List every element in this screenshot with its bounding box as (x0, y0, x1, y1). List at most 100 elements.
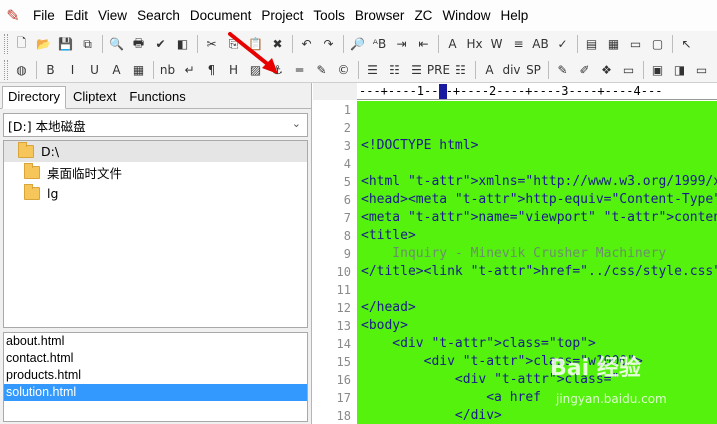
code-line[interactable] (357, 101, 717, 119)
app-logo-icon[interactable]: ✎ (2, 5, 24, 27)
menu-item[interactable]: File (28, 5, 60, 27)
code-line[interactable]: <div "t-attr">class=" (357, 371, 717, 389)
save-all-icon[interactable]: ⧉ (78, 34, 97, 54)
align-center-icon[interactable]: ☷ (385, 60, 404, 80)
open-folder-icon[interactable]: 📂 (34, 34, 53, 54)
tree-item[interactable]: lg (4, 183, 307, 204)
code-line[interactable] (357, 155, 717, 173)
code-line[interactable] (357, 119, 717, 137)
new-file-icon[interactable]: 🗋 (12, 34, 31, 54)
list-tag-icon[interactable]: ☷ (451, 60, 470, 80)
toolbar-grip[interactable] (4, 59, 8, 80)
tab-directory[interactable]: Directory (2, 86, 67, 109)
span-icon[interactable]: SP (524, 60, 543, 80)
tab-cliptext[interactable]: Cliptext (67, 86, 122, 108)
goto-icon[interactable]: ⇥ (392, 34, 411, 54)
script-icon[interactable]: ◨ (670, 60, 689, 80)
code-line[interactable]: </title><link "t-attr">href="../css/styl… (357, 263, 717, 281)
undo-icon[interactable]: ↶ (297, 34, 316, 54)
menu-item[interactable]: ZC (409, 5, 437, 27)
code-line[interactable]: <meta "t-attr">name="viewport" "t-attr">… (357, 209, 717, 227)
font-color-icon[interactable]: A (107, 60, 126, 80)
menu-item[interactable]: Project (256, 5, 308, 27)
menu-item[interactable]: Edit (60, 5, 93, 27)
spellcheck-icon[interactable]: ✔ (151, 34, 170, 54)
tab-functions[interactable]: Functions (123, 86, 191, 108)
print-preview-icon[interactable]: 🔍 (107, 34, 126, 54)
abc-icon[interactable]: AB (531, 34, 550, 54)
cut-icon[interactable]: ✂ (202, 34, 221, 54)
paragraph-icon[interactable]: ¶ (202, 60, 221, 80)
code-line[interactable]: <head><meta "t-attr">http-equiv="Content… (357, 191, 717, 209)
save-icon[interactable]: 💾 (56, 34, 75, 54)
replace-icon[interactable]: ᴬB (370, 34, 389, 54)
align-right-icon[interactable]: ☰ (407, 60, 426, 80)
menu-item[interactable]: Browser (350, 5, 410, 27)
align-left-icon[interactable]: ☰ (363, 60, 382, 80)
code-line[interactable]: <!DOCTYPE html> (357, 137, 717, 155)
pre-icon[interactable]: PRE (427, 60, 450, 80)
menu-item[interactable]: View (93, 5, 132, 27)
edit-icon[interactable]: ✎ (553, 60, 572, 80)
file-list-item[interactable]: products.html (4, 367, 307, 384)
pencil-icon[interactable]: ✎ (312, 60, 331, 80)
file-list-item[interactable]: contact.html (4, 350, 307, 367)
div-icon[interactable]: div (502, 60, 521, 80)
style-icon[interactable]: ❖ (597, 60, 616, 80)
redo-icon[interactable]: ↷ (319, 34, 338, 54)
window2-icon[interactable]: ▢ (648, 34, 667, 54)
form-icon[interactable]: ▭ (619, 60, 638, 80)
tree-item[interactable]: D:\ (4, 141, 307, 162)
find-icon[interactable]: 🔎 (348, 34, 367, 54)
globe-icon[interactable]: ◍ (12, 60, 31, 80)
checkmark-icon[interactable]: ✓ (553, 34, 572, 54)
list-icon[interactable]: ▦ (604, 34, 623, 54)
window-icon[interactable]: ▭ (626, 34, 645, 54)
italic-icon[interactable]: I (63, 60, 82, 80)
code-line[interactable]: <div "t-attr">class="top"> (357, 335, 717, 353)
menu-item[interactable]: Help (495, 5, 533, 27)
code-line[interactable]: <html "t-attr">xmlns="http://www.w3.org/… (357, 173, 717, 191)
menu-item[interactable]: Document (185, 5, 257, 27)
comment-icon[interactable]: © (334, 60, 353, 80)
code-editor[interactable]: ---+----1----+----2----+----3----+----4-… (313, 83, 717, 424)
code-line[interactable]: </head> (357, 299, 717, 317)
code-line[interactable]: <body> (357, 317, 717, 335)
word-wrap-icon[interactable]: W (487, 34, 506, 54)
menu-item[interactable]: Search (132, 5, 185, 27)
chevron-down-icon[interactable]: ⌄ (292, 117, 301, 130)
indent-icon[interactable]: ⇤ (414, 34, 433, 54)
line-break-icon[interactable]: ↵ (180, 60, 199, 80)
code-line[interactable]: <title> (357, 227, 717, 245)
menu-item[interactable]: Window (437, 5, 495, 27)
code-line[interactable]: </div> (357, 407, 717, 424)
code-area[interactable]: <!DOCTYPE html> <html "t-attr">xmlns="htt… (357, 101, 717, 424)
code-line[interactable] (357, 281, 717, 299)
frame-icon[interactable]: ▣ (648, 60, 667, 80)
print-icon[interactable]: 🖶 (129, 34, 148, 54)
file-list-item[interactable]: solution.html (4, 384, 307, 401)
line-numbers-icon[interactable]: ≡ (509, 34, 528, 54)
font-icon[interactable]: A (480, 60, 499, 80)
menu-item[interactable]: Tools (308, 5, 350, 27)
underline-icon[interactable]: U (85, 60, 104, 80)
code-line[interactable]: <div "t-attr">class="w1000"> (357, 353, 717, 371)
layout-icon[interactable]: ▭ (692, 60, 711, 80)
table-icon[interactable]: ▦ (129, 60, 148, 80)
browser-icon[interactable]: ◧ (173, 34, 192, 54)
line-number: 15 (336, 355, 351, 369)
drive-select[interactable]: [D:] 本地磁盘 ⌄ (3, 113, 308, 137)
hr-icon[interactable]: ═ (290, 60, 309, 80)
color-icon[interactable]: ✐ (575, 60, 594, 80)
code-line[interactable]: Inquiry - Minevik Crusher Machinery (357, 245, 717, 263)
file-list-item[interactable]: about.html (4, 333, 307, 350)
html-icon[interactable]: Hx (465, 34, 484, 54)
bold-icon[interactable]: B (41, 60, 60, 80)
nbsp-icon[interactable]: nb (158, 60, 177, 80)
tree-item[interactable]: 桌面临时文件 (4, 162, 307, 183)
heading-icon[interactable]: A (443, 34, 462, 54)
panel-icon[interactable]: ▤ (582, 34, 601, 54)
toolbar-grip[interactable] (4, 34, 8, 54)
cursor-help-icon[interactable]: ↖ (677, 34, 696, 54)
drive-select-value: [D:] 本地磁盘 (8, 118, 86, 134)
